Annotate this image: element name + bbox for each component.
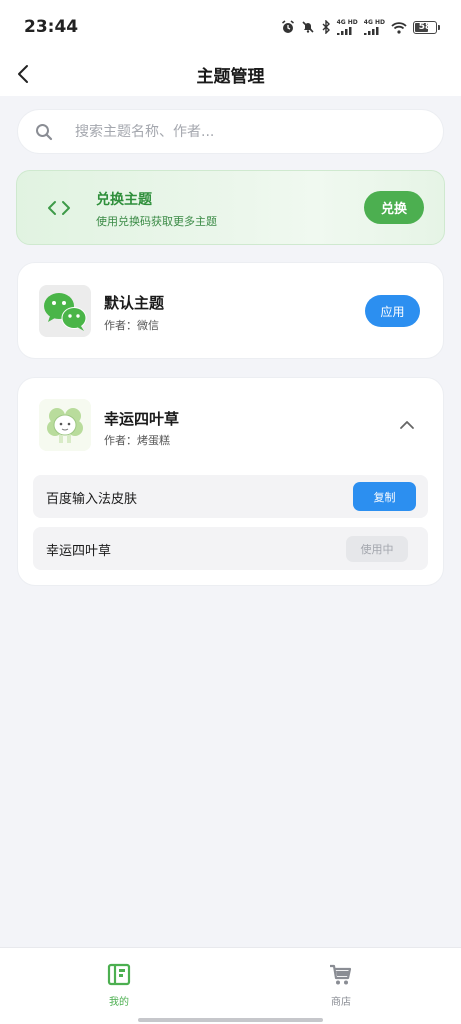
status-time: 23:44 (24, 17, 79, 37)
battery-icon: 58 (413, 20, 440, 34)
mute-icon (302, 21, 314, 33)
code-brackets-icon (48, 201, 70, 215)
theme-author: 作者：微信 (104, 319, 159, 332)
status-bar: 23:44 4G HD 4G HD 58 (0, 0, 461, 52)
sub-item-label: 百度输入法皮肤 (46, 492, 138, 507)
sub-item-label: 幸运四叶草 (46, 544, 112, 559)
cart-icon (330, 964, 352, 985)
theme-name: 默认主题 (104, 294, 165, 312)
home-indicator[interactable] (138, 1018, 323, 1022)
redeem-button[interactable]: 兑换 (364, 191, 424, 224)
nav-bar: 主题管理 (0, 52, 461, 96)
clover-character-icon (39, 399, 91, 451)
copy-button[interactable]: 复制 (353, 482, 416, 511)
alarm-icon (281, 20, 294, 33)
theme-name: 幸运四叶草 (104, 410, 180, 428)
tab-label: 商店 (331, 997, 351, 1008)
page-title: 主题管理 (196, 67, 265, 87)
status-icons: 4G HD 4G HD 58 (281, 18, 440, 36)
network-indicator-1: 4G HD (336, 19, 358, 35)
bottom-tab-bar: 我的 商店 (0, 947, 461, 1024)
wechat-logo-icon (44, 293, 87, 331)
search-bar[interactable] (17, 109, 444, 154)
search-input[interactable] (75, 123, 415, 140)
sub-item-row: 幸运四叶草 使用中 (33, 527, 428, 570)
signal-icon (336, 26, 352, 35)
chevron-up-icon[interactable] (398, 418, 416, 432)
tab-label: 我的 (109, 997, 129, 1008)
clover-thumbnail (39, 399, 91, 451)
tab-mine[interactable]: 我的 (89, 963, 149, 1008)
apply-button[interactable]: 应用 (365, 295, 420, 327)
signal-icon (363, 26, 379, 35)
search-icon (36, 123, 53, 140)
in-use-button: 使用中 (346, 536, 408, 562)
book-icon (107, 963, 131, 986)
redeem-subtitle: 使用兑换码获取更多主题 (96, 215, 217, 228)
redeem-title: 兑换主题 (96, 192, 152, 208)
network-indicator-2: 4G HD (363, 19, 385, 35)
sub-item-row: 百度输入法皮肤 复制 (33, 475, 428, 518)
tab-store[interactable]: 商店 (311, 963, 371, 1008)
bluetooth-icon (322, 20, 330, 34)
wechat-logo-thumbnail (39, 285, 91, 337)
wifi-icon (391, 21, 407, 34)
theme-author: 作者：烤蛋糕 (104, 434, 170, 447)
